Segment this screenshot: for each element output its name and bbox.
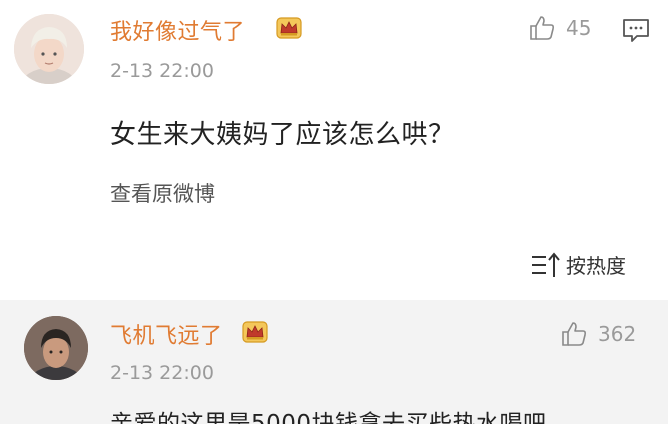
reply-like-button[interactable]: 362 (560, 320, 636, 348)
avatar-image (24, 316, 88, 380)
reply-comment: 飞机飞远了 2-13 22:00 362 亲爱的这里是5000块钱拿去买些热水喝… (0, 300, 668, 424)
crown-icon (276, 17, 302, 39)
thumbs-up-icon (530, 16, 555, 40)
reply-avatar[interactable] (24, 316, 88, 380)
avatar-image (14, 14, 84, 84)
view-original-link[interactable]: 查看原微博 (110, 178, 215, 208)
reply-content: 亲爱的这里是5000块钱拿去买些热水喝吧 (110, 411, 547, 424)
sort-icon (532, 251, 560, 277)
post-content: 女生来大姨妈了应该怎么哄？ (110, 120, 455, 150)
crown-icon (242, 321, 268, 343)
post-username[interactable]: 我好像过气了 (110, 14, 245, 46)
sort-button[interactable]: 按热度 (530, 250, 626, 279)
avatar[interactable] (14, 14, 84, 84)
post-like-button[interactable]: 45 (528, 14, 591, 42)
original-post: 我好像过气了 2-13 22:00 45 女生来大姨妈了应该怎么哄？ 查看原微博 (0, 0, 668, 300)
thumbs-up-icon (562, 322, 587, 346)
post-timestamp: 2-13 22:00 (110, 60, 214, 82)
sort-label: 按热度 (566, 254, 626, 278)
weibo-comment-screen: 我好像过气了 2-13 22:00 45 女生来大姨妈了应该怎么哄？ 查看原微博 (0, 0, 668, 424)
reply-username[interactable]: 飞机飞远了 (110, 318, 223, 350)
comment-icon[interactable] (622, 18, 650, 44)
post-like-count: 45 (566, 16, 592, 40)
reply-timestamp: 2-13 22:00 (110, 362, 214, 384)
reply-like-count: 362 (598, 322, 637, 346)
